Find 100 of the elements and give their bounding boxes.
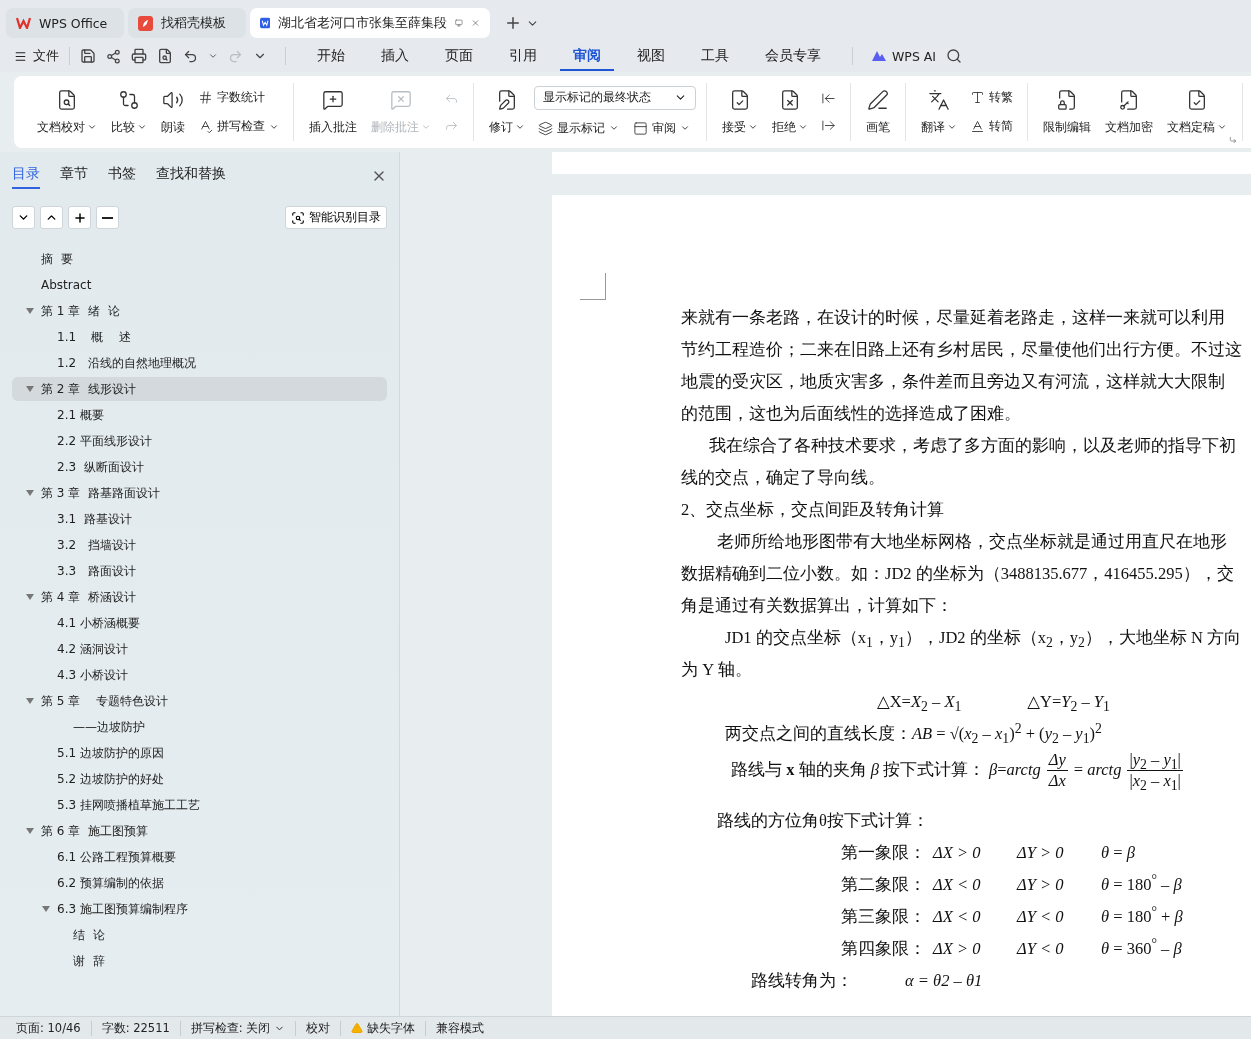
toc-item[interactable]: 2.1 概要 xyxy=(12,403,387,427)
file-menu[interactable]: 文件 xyxy=(14,47,70,65)
ribbon-button[interactable]: 转简 xyxy=(966,116,1017,137)
toc-item[interactable]: ——边坡防护 xyxy=(12,715,387,739)
expand-arrow-icon[interactable] xyxy=(26,386,34,392)
ribbon-tab[interactable]: 开始 xyxy=(304,41,358,71)
toc-item[interactable]: 6.3 施工图预算编制程序 xyxy=(12,897,387,921)
preview-icon[interactable] xyxy=(157,48,173,64)
toc-item[interactable]: 1.2 沿线的自然地理概况 xyxy=(12,351,387,375)
search-icon[interactable] xyxy=(946,48,963,64)
toc-item[interactable]: 6.1 公路工程预算概要 xyxy=(12,845,387,869)
sidebar-tab[interactable]: 章节 xyxy=(60,163,88,189)
window-tab[interactable]: WPS Office xyxy=(6,8,124,38)
ribbon-tab[interactable]: 引用 xyxy=(496,41,550,71)
comment-delete-icon xyxy=(390,88,412,111)
toc-item[interactable]: 第 4 章 桥涵设计 xyxy=(12,585,387,609)
status-text[interactable]: 页面: 10/46 xyxy=(6,1020,92,1036)
expand-arrow-icon[interactable] xyxy=(26,828,34,834)
toc-item[interactable]: 6.2 预算编制的依据 xyxy=(12,871,387,895)
status-dropdown[interactable]: 拼写检查: 关闭 xyxy=(180,1020,297,1036)
toc-item[interactable]: 第 2 章 线形设计 xyxy=(12,377,387,401)
expand-arrow-icon[interactable] xyxy=(26,308,34,314)
formula: ΔX > 0 xyxy=(933,841,982,864)
ribbon-button[interactable]: 朗读 xyxy=(156,86,190,138)
toc-item[interactable]: 4.1 小桥涵概要 xyxy=(12,611,387,635)
ribbon-button[interactable]: 拒绝 xyxy=(767,86,813,138)
toc-item[interactable]: 4.2 涵洞设计 xyxy=(12,637,387,661)
ribbon-button[interactable]: 字数统计 xyxy=(194,87,283,108)
expand-arrow-icon[interactable] xyxy=(26,490,34,496)
sidebar-tab[interactable]: 查找和替换 xyxy=(156,163,226,189)
status-warning[interactable]: 缺失字体 xyxy=(341,1020,427,1036)
ribbon-button[interactable]: 拼写检查 xyxy=(194,116,283,137)
expand-arrow-icon[interactable] xyxy=(26,594,34,600)
document-text-line: 地震的受灾区，地质灾害多，条件差而且旁边又有河流，这样就大大限制 xyxy=(681,371,1226,393)
ribbon-button[interactable]: 插入批注 xyxy=(304,86,362,138)
status-text[interactable]: 兼容模式 xyxy=(426,1020,495,1036)
markup-dropdown[interactable]: 显示标记的最终状态 xyxy=(534,85,696,110)
ribbon-tab[interactable]: 视图 xyxy=(624,41,678,71)
collapse-button[interactable] xyxy=(12,206,35,229)
ribbon-button[interactable]: 文档校对 xyxy=(32,86,102,138)
toc-item[interactable]: 摘 要 xyxy=(12,247,387,271)
ribbon-tab[interactable]: 工具 xyxy=(688,41,742,71)
formula: ΔX < 0 xyxy=(933,905,982,928)
expand-button[interactable] xyxy=(40,206,63,229)
menu-icon xyxy=(14,49,27,63)
ribbon-button[interactable]: 转繁 xyxy=(966,87,1017,108)
toc-item[interactable]: 第 5 章 专题特色设计 xyxy=(12,689,387,713)
toc-item[interactable]: 3.3 路面设计 xyxy=(12,559,387,583)
print-icon[interactable] xyxy=(131,48,147,64)
ribbon-tab[interactable]: 审阅 xyxy=(560,41,614,71)
sidebar-tab[interactable]: 书签 xyxy=(108,163,136,189)
ribbon-button[interactable]: 翻译 xyxy=(916,86,962,138)
toc-item[interactable]: 2.3 纵断面设计 xyxy=(12,455,387,479)
window-tab[interactable]: 找稻壳模板 xyxy=(128,8,246,38)
ribbon-button[interactable]: 限制编辑 xyxy=(1038,86,1096,138)
ai-button[interactable]: WPS AI xyxy=(871,48,937,64)
ribbon-button[interactable]: 接受 xyxy=(717,86,763,138)
expand-arrow-icon[interactable] xyxy=(26,698,34,704)
expand-arrow-icon[interactable] xyxy=(42,906,50,912)
add-button[interactable] xyxy=(68,206,91,229)
ribbon-tab[interactable]: 页面 xyxy=(432,41,486,71)
ribbon-button[interactable]: 文档加密 xyxy=(1100,86,1158,138)
ribbon-button[interactable]: 显示标记 xyxy=(534,117,623,139)
smart-toc-button[interactable]: 智能识别目录 xyxy=(285,206,387,229)
toc-item[interactable]: 2.2 平面线形设计 xyxy=(12,429,387,453)
new-tab-icon[interactable] xyxy=(504,14,522,32)
ribbon-button[interactable]: 文档定稿 xyxy=(1162,86,1232,138)
toc-item[interactable]: Abstract xyxy=(12,273,387,297)
toc-item[interactable]: 3.2 挡墙设计 xyxy=(12,533,387,557)
sidebar-tab[interactable]: 目录 xyxy=(12,163,40,189)
ribbon-button[interactable]: 画笔 xyxy=(861,86,895,138)
toc-item[interactable]: 5.3 挂网喷播植草施工工艺 xyxy=(12,793,387,817)
share-icon[interactable] xyxy=(106,48,121,64)
toc-item[interactable]: 谢 辞 xyxy=(12,949,387,973)
logo-icon xyxy=(260,15,271,31)
toc-item[interactable]: 结 论 xyxy=(12,923,387,947)
undo-icon[interactable] xyxy=(183,48,198,64)
ribbon-button[interactable]: 修订 xyxy=(484,86,530,138)
toc-item[interactable]: 1.1 概 述 xyxy=(12,325,387,349)
window-tab[interactable]: 湖北省老河口市张集至薛集段 xyxy=(250,8,490,38)
status-text[interactable]: 字数: 22511 xyxy=(91,1020,181,1036)
ribbon-button[interactable]: 审阅 xyxy=(629,117,694,139)
toc-item[interactable]: 5.1 边坡防护的原因 xyxy=(12,741,387,765)
toc-item[interactable]: 第 1 章 绪 论 xyxy=(12,299,387,323)
ribbon-tab[interactable]: 会员专享 xyxy=(752,41,834,71)
toc-item[interactable]: 3.1 路基设计 xyxy=(12,507,387,531)
document-text-line: 的范围，这也为后面线性的选择造成了困难。 xyxy=(681,403,1022,425)
toc-item[interactable]: 第 6 章 施工图预算 xyxy=(12,819,387,843)
monitor-icon[interactable] xyxy=(455,17,463,29)
toc-item[interactable]: 5.2 边坡防护的好处 xyxy=(12,767,387,791)
status-text[interactable]: 校对 xyxy=(296,1020,342,1036)
launcher-icon[interactable] xyxy=(1229,136,1237,144)
ribbon-button[interactable]: 比较 xyxy=(106,86,152,138)
caret-icon[interactable] xyxy=(208,51,218,61)
save-icon[interactable] xyxy=(80,48,96,64)
remove-button[interactable] xyxy=(96,206,119,229)
ribbon-tab[interactable]: 插入 xyxy=(368,41,422,71)
toc-item[interactable]: 4.3 小桥设计 xyxy=(12,663,387,687)
document-text-line: 老师所给地形图带有大地坐标网格，交点坐标就是通过用直尺在地形 xyxy=(716,531,1228,553)
toc-item[interactable]: 第 3 章 路基路面设计 xyxy=(12,481,387,505)
